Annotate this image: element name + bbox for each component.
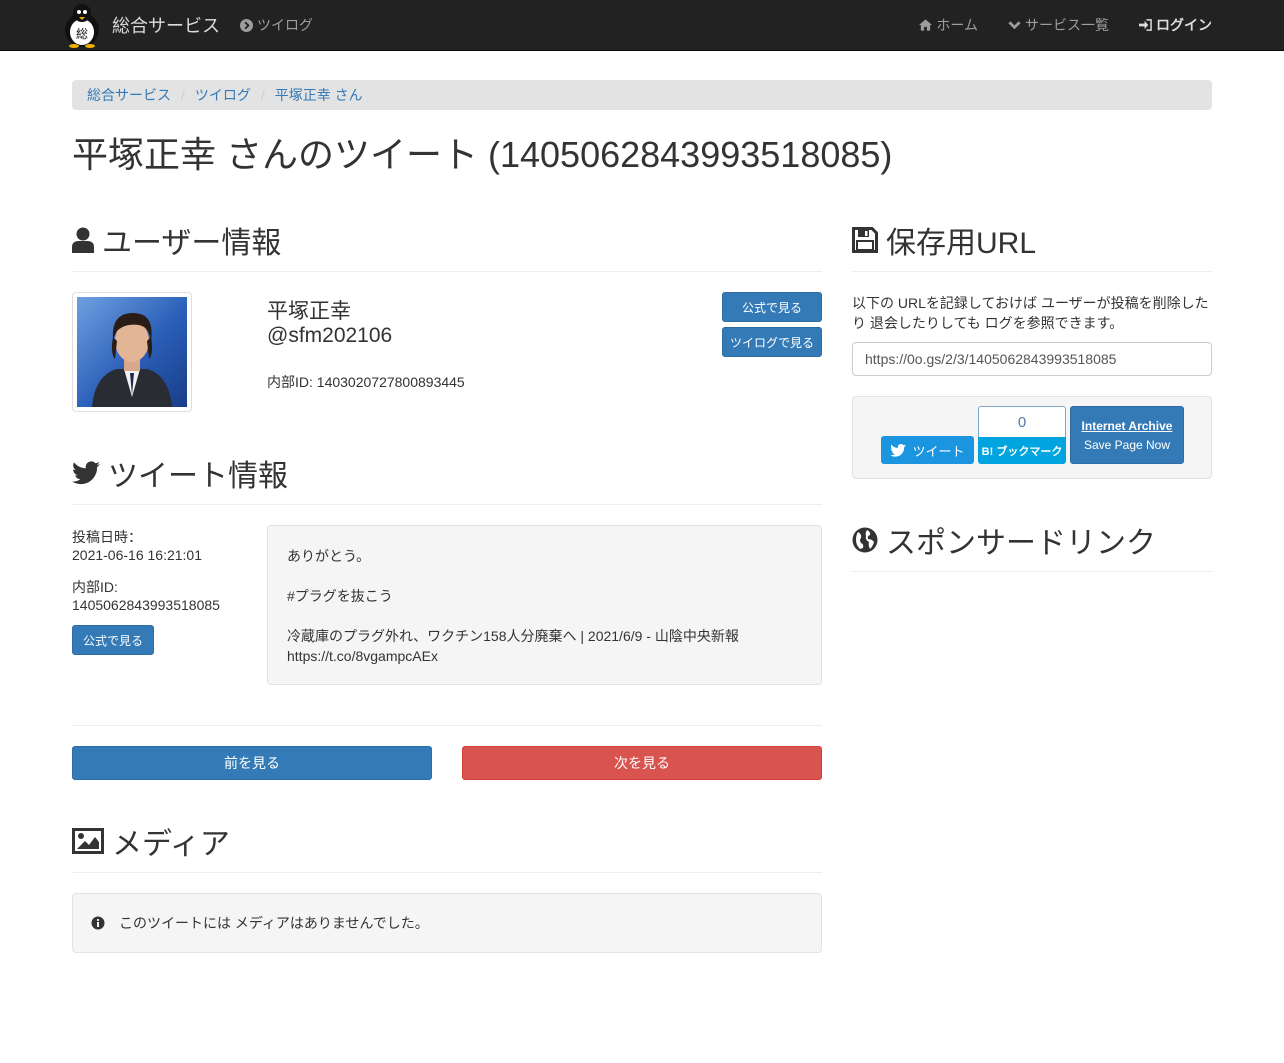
save-url-heading-text: 保存用URL [886, 227, 1037, 260]
sponsor-heading-text: スポンサードリンク [886, 527, 1156, 560]
twitter-bird-icon [890, 443, 907, 457]
navbar: 総 総合サービス ツイログ ホーム サービス一覧 ログイン [0, 0, 1284, 51]
divider [72, 271, 822, 272]
view-official-tweet-button[interactable]: 公式で見る [72, 625, 154, 655]
breadcrumb-separator: / [181, 87, 185, 103]
tweet-id-label: 内部ID: [72, 579, 118, 595]
divider [72, 725, 822, 726]
hatena-bookmark-button[interactable]: B! ブックマーク [978, 437, 1066, 464]
nav-login-link[interactable]: ログイン [1139, 15, 1212, 35]
page-title: 平塚正幸 さんのツイート (1405062843993518085) [72, 134, 893, 175]
floppy-disk-icon [852, 227, 878, 253]
person-photo-icon [92, 313, 172, 407]
divider [852, 271, 1212, 272]
penguin-logo-icon: 総 [65, 4, 99, 48]
hatena-bookmark-count[interactable]: 0 [978, 406, 1066, 437]
tweet-link[interactable]: https://t.co/8vgampcAEx [287, 646, 802, 666]
svg-text:総: 総 [76, 27, 88, 41]
sponsor-heading: スポンサードリンク [852, 518, 1156, 562]
save-url-description: 以下の URLを記録しておけば ユーザーが投稿を削除したり 退会したりしても ロ… [852, 295, 1209, 331]
view-twilog-button[interactable]: ツイログで見る [722, 327, 822, 357]
view-official-user-button[interactable]: 公式で見る [722, 292, 822, 322]
divider [72, 872, 822, 873]
nav-login-label: ログイン [1156, 17, 1212, 33]
tweet-info-heading-text: ツイート情報 [108, 460, 288, 493]
home-icon [919, 19, 933, 31]
avatar-image [77, 297, 187, 407]
no-media-notice: このツイートには メディアはありませんでした。 [72, 893, 822, 953]
breadcrumb-item-user[interactable]: 平塚正幸 さん [275, 85, 363, 105]
sign-in-icon [1139, 19, 1152, 31]
brand-text: 総合サービス [112, 16, 220, 36]
save-url-heading: 保存用URL [852, 218, 1036, 262]
breadcrumb-item-home[interactable]: 総合サービス [87, 85, 171, 105]
chevron-circle-right-icon [240, 18, 253, 32]
media-heading-text: メディア [112, 828, 230, 861]
posted-datetime: 2021-06-16 16:21:01 [72, 547, 202, 563]
internet-archive-button[interactable]: Internet Archive Save Page Now [1070, 406, 1184, 464]
prev-tweet-button[interactable]: 前を見る [72, 746, 432, 780]
breadcrumb-item-twilog[interactable]: ツイログ [195, 85, 251, 105]
user-handle: @sfm202106 [267, 324, 393, 347]
internet-archive-title: Internet Archive [1081, 418, 1173, 433]
avatar [72, 292, 192, 412]
user-internal-id: 内部ID: 1403020727800893445 [267, 374, 465, 390]
chevron-down-icon [1008, 21, 1021, 30]
tweet-info-heading: ツイート情報 [72, 451, 288, 495]
nav-services-link[interactable]: サービス一覧 [1008, 15, 1109, 35]
user-name: 平塚正幸 [267, 300, 351, 323]
breadcrumb: 総合サービス / ツイログ / 平塚正幸 さん [72, 80, 1212, 110]
divider [852, 571, 1212, 572]
tweet-share-button[interactable]: ツイート [881, 436, 974, 464]
next-tweet-button[interactable]: 次を見る [462, 746, 822, 780]
user-info-heading-text: ユーザー情報 [102, 227, 282, 260]
nav-home-label: ホーム [936, 17, 978, 33]
nav-right: ホーム サービス一覧 ログイン [889, 0, 1212, 50]
divider [72, 504, 822, 505]
nav-twilog-link[interactable]: ツイログ [240, 0, 313, 50]
tweet-id-value: 1405062843993518085 [72, 597, 220, 613]
image-icon [72, 828, 104, 854]
nav-twilog-label: ツイログ [257, 17, 313, 33]
save-url-input[interactable] [852, 342, 1212, 376]
tweet-hashtag[interactable]: #プラグを抜こう [287, 586, 802, 606]
brand-link[interactable]: 総 総合サービス [60, 0, 220, 50]
info-circle-icon [91, 916, 105, 930]
media-heading: メディア [72, 819, 230, 863]
twitter-bird-icon [72, 461, 100, 485]
tweet-text-line: ありがとう。 [287, 548, 371, 564]
posted-label: 投稿日時： [72, 529, 142, 545]
user-icon [72, 227, 94, 253]
tweet-body: ありがとう。 #プラグを抜こう 冷蔵庫のプラグ外れ、ワクチン158人分廃棄へ |… [267, 525, 822, 685]
no-media-text: このツイートには メディアはありませんでした。 [119, 915, 429, 931]
nav-services-label: サービス一覧 [1025, 17, 1109, 33]
breadcrumb-separator: / [260, 87, 265, 103]
tweet-share-label: ツイート [912, 443, 965, 459]
nav-home-link[interactable]: ホーム [919, 15, 978, 35]
tweet-text-line: 冷蔵庫のプラグ外れ、ワクチン158人分廃棄へ | 2021/6/9 - 山陰中央… [287, 628, 739, 644]
globe-icon [852, 527, 878, 553]
user-info-heading: ユーザー情報 [72, 218, 281, 262]
internet-archive-subtitle: Save Page Now [1083, 437, 1171, 452]
